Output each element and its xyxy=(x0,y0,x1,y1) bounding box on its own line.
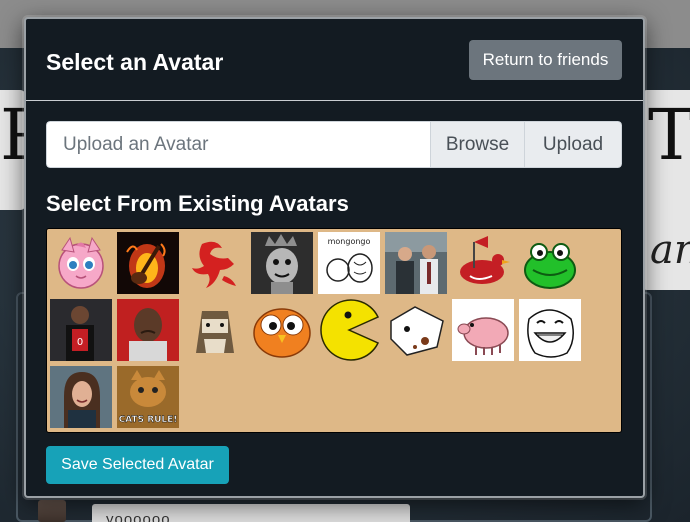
avatar-option[interactable] xyxy=(184,299,246,361)
chat-avatar xyxy=(38,500,66,522)
pacman-icon xyxy=(318,299,380,361)
existing-avatars-title: Select From Existing Avatars xyxy=(46,191,349,216)
mongongo-sketch-icon: mongongo xyxy=(318,232,380,294)
avatar-option[interactable] xyxy=(117,232,179,294)
crying-man-photo-icon xyxy=(117,299,179,361)
red-dragon-ampersand-icon xyxy=(184,232,246,294)
svg-text:0: 0 xyxy=(77,337,83,348)
avatar-option[interactable] xyxy=(385,232,447,294)
return-to-friends-button[interactable]: Return to friends xyxy=(469,40,622,80)
basketball-player-photo-icon: 0 xyxy=(50,299,112,361)
upload-group: Upload an Avatar Browse Upload xyxy=(46,121,622,168)
avatar-option[interactable] xyxy=(452,232,514,294)
avatar-option[interactable] xyxy=(251,299,313,361)
chat-message: yoooooo xyxy=(92,504,410,522)
bird-with-flag-icon xyxy=(452,232,514,294)
avatar-option[interactable] xyxy=(452,299,514,361)
meme-face-icon xyxy=(519,299,581,361)
green-frog-icon xyxy=(519,232,581,294)
avatar-option[interactable]: CATS RULE! xyxy=(117,366,179,428)
avatar-option[interactable] xyxy=(50,232,112,294)
upload-avatar-input[interactable]: Upload an Avatar xyxy=(46,121,430,168)
flaming-guitar-icon xyxy=(117,232,179,294)
avatar-grid: mongongo 0 CATS RULE! xyxy=(46,228,622,433)
cartoon-girl-icon xyxy=(251,232,313,294)
mongongo-caption: mongongo xyxy=(328,237,371,246)
avatar-modal: Select an Avatar Return to friends Uploa… xyxy=(24,17,645,498)
avatar-option[interactable] xyxy=(50,366,112,428)
avatar-option[interactable] xyxy=(117,299,179,361)
pink-balloon-creature-icon xyxy=(50,232,112,294)
chat-message-text: yoooooo xyxy=(106,511,171,522)
avatar-option[interactable] xyxy=(318,299,380,361)
upload-button[interactable]: Upload xyxy=(525,121,622,168)
modal-header: Select an Avatar Return to friends xyxy=(26,19,643,101)
avatar-option[interactable] xyxy=(385,299,447,361)
office-men-photo-icon xyxy=(385,232,447,294)
modal-title: Select an Avatar xyxy=(46,49,224,75)
spotted-dog-icon xyxy=(385,299,447,361)
cat-rule-caption: CATS RULE! xyxy=(119,415,178,425)
browse-button[interactable]: Browse xyxy=(430,121,525,168)
avatar-option[interactable] xyxy=(519,232,581,294)
avatar-option[interactable] xyxy=(519,299,581,361)
orange-owl-icon xyxy=(251,299,313,361)
save-selected-avatar-button[interactable]: Save Selected Avatar xyxy=(46,446,229,484)
avatar-option[interactable] xyxy=(184,232,246,294)
hamster-doll-icon xyxy=(184,299,246,361)
banner-script-glyph: an xyxy=(650,227,690,273)
avatar-option[interactable] xyxy=(251,232,313,294)
avatar-option[interactable]: mongongo xyxy=(318,232,380,294)
smiling-woman-photo-icon xyxy=(50,366,112,428)
avatar-option[interactable]: 0 xyxy=(50,299,112,361)
pink-pig-icon xyxy=(452,299,514,361)
banner-glyph-right: T xyxy=(648,94,690,176)
cat-rule-photo-icon: CATS RULE! xyxy=(117,366,179,428)
